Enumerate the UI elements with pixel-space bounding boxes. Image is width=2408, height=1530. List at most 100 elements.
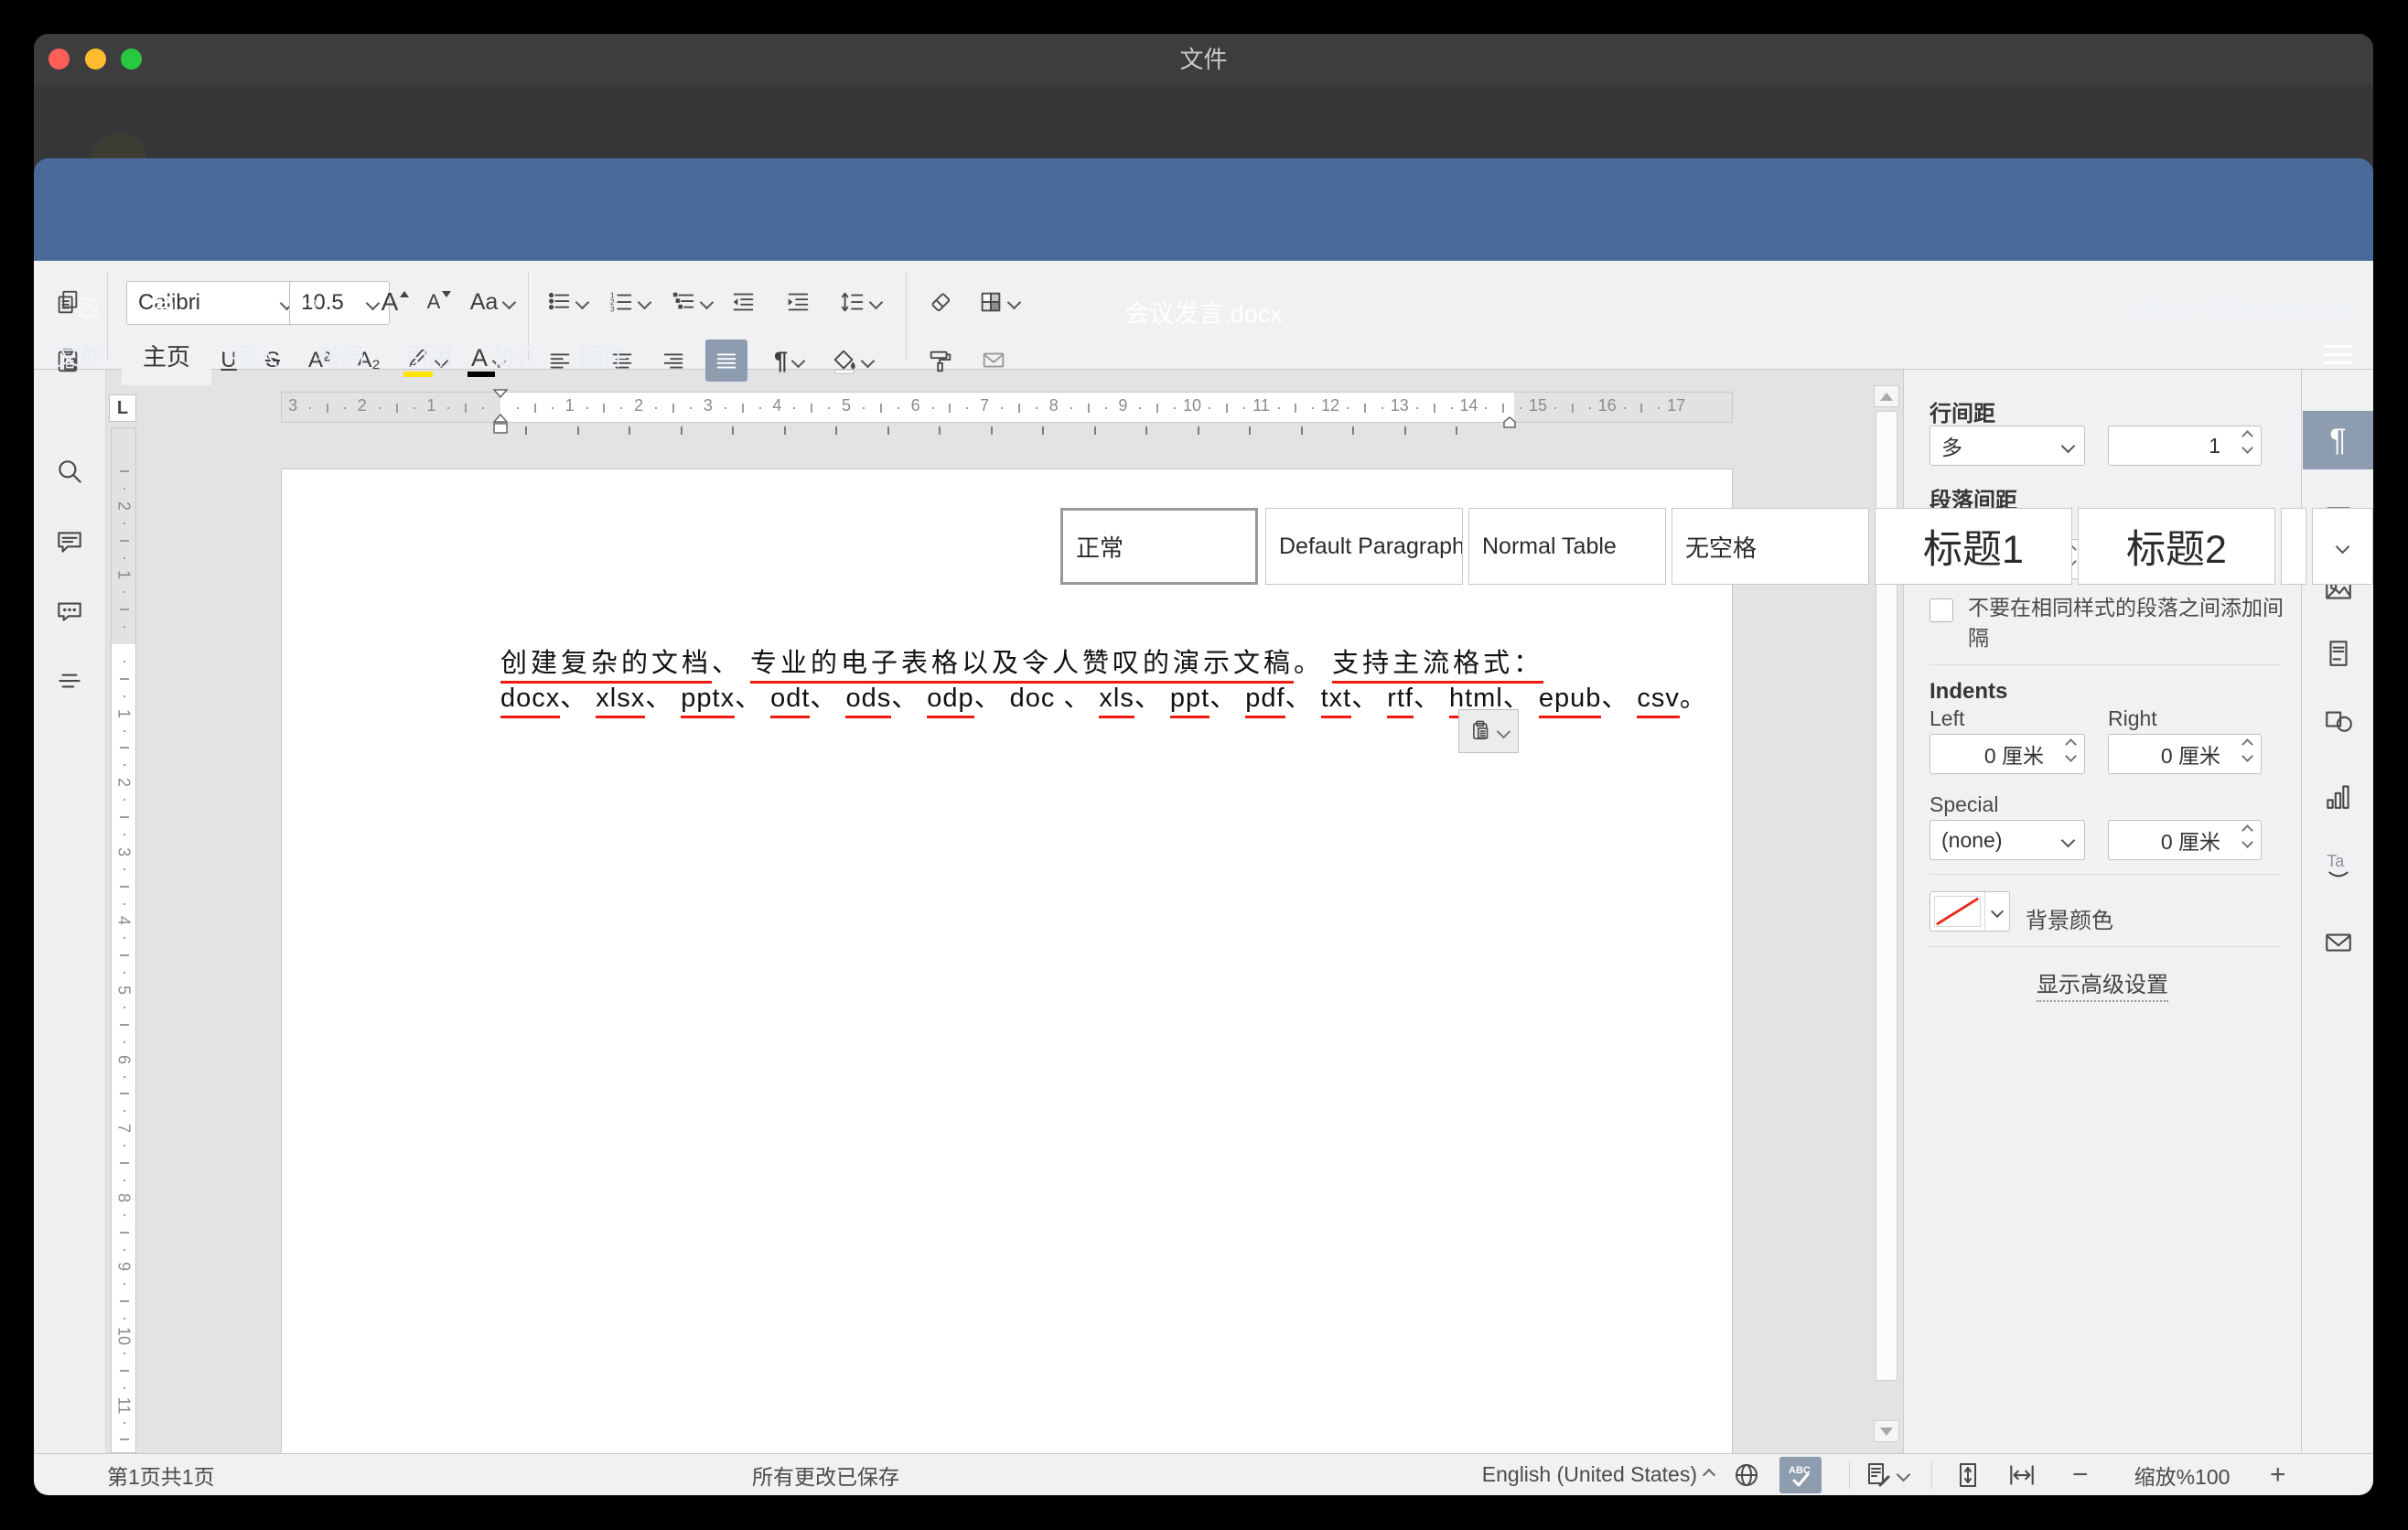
tab-insert[interactable]: 插入 <box>222 330 286 385</box>
ruler-number: 10 <box>1183 396 1201 415</box>
align-right-button[interactable] <box>652 339 694 382</box>
textart-settings-icon[interactable]: Ta <box>2323 848 2354 879</box>
misspelled-text-segment: pptx <box>681 684 735 718</box>
tab-stop-tick <box>1094 426 1096 435</box>
tab-collaboration[interactable]: 协作 <box>484 330 548 385</box>
ruler-number: 1 <box>426 396 435 415</box>
ruler-number: 12 <box>1321 396 1339 415</box>
advanced-settings-link[interactable]: 显示高级设置 <box>1904 966 2301 998</box>
mail-merge-button[interactable] <box>967 339 1020 382</box>
ruler-dot <box>124 834 125 835</box>
zoom-out-button[interactable]: − <box>2072 1454 2089 1495</box>
chevron-down-icon <box>1897 1468 1911 1482</box>
tab-plugins[interactable]: 插件 <box>571 330 635 385</box>
ruler-dot <box>898 407 899 409</box>
text-separator: 、 <box>1063 684 1091 713</box>
tab-layout[interactable]: 布局 <box>309 330 373 385</box>
fit-width-button[interactable] <box>2006 1454 2037 1495</box>
fit-page-button[interactable] <box>1953 1454 1983 1495</box>
spinner-arrows[interactable] <box>2067 740 2075 760</box>
right-indent-marker[interactable] <box>1502 416 1517 428</box>
ruler-tick <box>120 678 129 680</box>
tab-file[interactable]: 文件 <box>46 330 115 385</box>
scrollbar-up-button[interactable] <box>1874 385 1899 407</box>
ruler-number: 1 <box>565 396 575 415</box>
paint-roller-icon <box>927 347 954 374</box>
no-gap-checkbox[interactable] <box>1930 598 1953 622</box>
spinner-arrows[interactable] <box>2243 432 2252 452</box>
document-language-button[interactable] <box>1732 1454 1761 1495</box>
spinner-arrows[interactable] <box>2243 740 2252 760</box>
copy-style-button[interactable] <box>918 339 963 382</box>
special-value-input[interactable]: 0 厘米 <box>2108 820 2262 860</box>
horizontal-ruler[interactable]: 3211234567891011121314151617 <box>281 392 1733 423</box>
misspelled-text-segment: epub <box>1539 684 1602 718</box>
paragraph-settings-tab[interactable]: ¶ <box>2303 411 2373 469</box>
scrollbar-down-button[interactable] <box>1874 1420 1899 1442</box>
no-gap-checkbox-label[interactable]: 不要在相同样式的段落之间添加间隔 <box>1968 593 2286 653</box>
indent-left-input[interactable]: 0 厘米 <box>1930 734 2085 774</box>
no-color-swatch <box>1934 896 1981 927</box>
comments-icon[interactable] <box>54 526 85 557</box>
ruler-dot <box>124 557 125 559</box>
text-separator: 、 <box>1209 684 1237 713</box>
indent-right-input[interactable]: 0 厘米 <box>2108 734 2262 774</box>
background-color-picker[interactable] <box>1930 891 2010 932</box>
document-text[interactable]: 创建复杂的文档、专业的电子表格以及令人赞叹的演示文稿。支持主流格式： docx、… <box>500 646 1543 716</box>
ruler-number: 4 <box>114 916 134 925</box>
style-gallery-expand-button[interactable] <box>2312 508 2373 585</box>
ruler-number: 4 <box>772 396 781 415</box>
search-icon[interactable] <box>54 457 85 488</box>
text-separator: 。 <box>1680 684 1707 713</box>
tab-references[interactable]: 引用 <box>397 330 461 385</box>
vertical-ruler[interactable]: 211234567891011 <box>111 427 136 1453</box>
style-default-paragraph[interactable]: Default Paragraph <box>1265 508 1463 585</box>
style-normal-table[interactable]: Normal Table <box>1468 508 1666 585</box>
document-page[interactable]: 创建复杂的文档、专业的电子表格以及令人赞叹的演示文稿。支持主流格式： docx、… <box>281 469 1733 1453</box>
misspelled-text-segment: odp <box>927 684 973 718</box>
track-changes-icon <box>1864 1460 1893 1490</box>
ruler-dot <box>447 407 449 409</box>
chat-icon[interactable] <box>54 596 85 627</box>
chevron-down-icon[interactable] <box>1984 892 2009 931</box>
spell-check-button[interactable]: ABC <box>1779 1457 1822 1493</box>
indent-marker[interactable] <box>492 388 509 436</box>
app-window: 文件 会议发言.docx adm***@dootask.com 文件 主页 插入… <box>34 34 2373 1495</box>
tab-stop-tick <box>835 426 837 435</box>
paste-options-button[interactable] <box>1458 709 1519 753</box>
ruler-number: 6 <box>114 1055 134 1064</box>
mail-merge-settings-icon[interactable] <box>2323 927 2354 958</box>
style-heading1[interactable]: 标题1 <box>1875 508 2072 585</box>
header-footer-settings-icon[interactable] <box>2323 638 2354 669</box>
ruler-number: 14 <box>1459 396 1478 415</box>
justify-button[interactable] <box>705 339 747 382</box>
zoom-in-button[interactable]: + <box>2270 1454 2286 1495</box>
language-selector[interactable]: English (United States) <box>1468 1454 1697 1495</box>
style-heading2[interactable]: 标题2 <box>2078 508 2275 585</box>
line-spacing-select[interactable]: 多 <box>1930 426 2085 466</box>
ruler-number: 15 <box>1529 396 1547 415</box>
track-changes-button[interactable] <box>1864 1454 1908 1495</box>
special-select[interactable]: (none) <box>1930 820 2085 860</box>
tab-stop-selector[interactable]: L <box>109 394 136 422</box>
spinner-arrows[interactable] <box>2243 826 2252 846</box>
style-normal[interactable]: 正常 <box>1060 508 1258 585</box>
ruler-dot <box>1312 407 1314 409</box>
chart-settings-icon[interactable] <box>2323 781 2354 812</box>
language-caret[interactable] <box>1704 1454 1714 1495</box>
nonprinting-chars-button[interactable]: ¶ <box>762 339 815 382</box>
page-count[interactable]: 第1页共1页 <box>107 1454 215 1495</box>
line-spacing-value-input[interactable]: 1 <box>2108 426 2262 466</box>
tab-home[interactable]: 主页 <box>122 330 211 385</box>
view-settings-icon[interactable] <box>2324 345 2353 367</box>
style-no-spacing[interactable]: 无空格 <box>1672 508 1869 585</box>
shape-settings-icon[interactable] <box>2323 705 2354 736</box>
navigation-icon[interactable] <box>54 665 85 696</box>
ruler-number: 8 <box>1049 396 1059 415</box>
ruler-dot <box>124 1318 125 1320</box>
text-separator: 、 <box>1414 684 1441 713</box>
indent-left-label: Left <box>1930 706 1964 731</box>
ruler-tick <box>120 540 129 542</box>
ruler-dot <box>966 407 968 409</box>
paragraph-shading-button[interactable] <box>822 339 881 382</box>
